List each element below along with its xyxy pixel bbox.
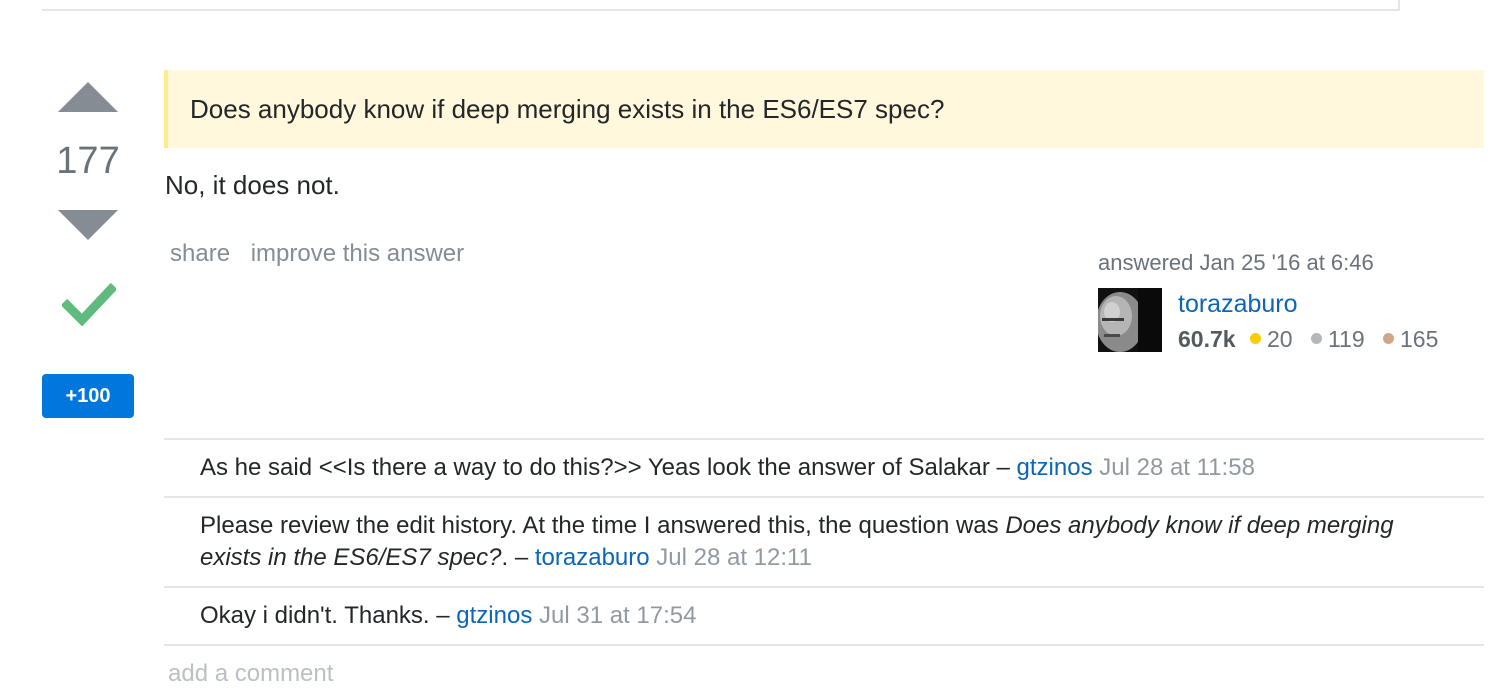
bounty-award-badge[interactable]: +100 — [42, 374, 134, 418]
comment-item: Please review the edit history. At the t… — [164, 498, 1484, 588]
accepted-checkmark-icon — [62, 282, 116, 326]
comment-item: Okay i didn't. Thanks. – gtzinos Jul 31 … — [164, 588, 1484, 646]
post-menu: share improve this answer — [170, 240, 478, 268]
gold-badge-count: 20 — [1266, 326, 1293, 352]
comments-list: As he said <<Is there a way to do this?>… — [164, 438, 1484, 646]
downvote-arrow-icon[interactable] — [58, 210, 118, 240]
comment-user-link[interactable]: gtzinos — [1017, 454, 1093, 481]
gold-badge-icon — [1249, 333, 1261, 345]
comment-separator: – — [989, 454, 1017, 481]
comment-item: As he said <<Is there a way to do this?>… — [164, 440, 1484, 498]
avatar[interactable] — [1098, 288, 1162, 352]
quoted-question: Does anybody know if deep merging exists… — [164, 70, 1484, 148]
user-stats: 60.7k 20 119 165 — [1178, 326, 1450, 353]
user-info-card: answered Jan 25 '16 at 6:46 torazaburo 6… — [1098, 250, 1478, 352]
comment-separator: – — [429, 602, 457, 629]
answer-body: No, it does not. — [165, 170, 340, 200]
comment-text: Please review the edit history. At the t… — [200, 512, 1006, 539]
share-link[interactable]: share — [170, 240, 230, 267]
improve-answer-link[interactable]: improve this answer — [251, 240, 464, 267]
comment-date[interactable]: Jul 28 at 12:11 — [656, 544, 812, 571]
comment-date[interactable]: Jul 31 at 17:54 — [539, 602, 696, 629]
bronze-badge-count: 165 — [1400, 326, 1439, 352]
author-name-link[interactable]: torazaburo — [1178, 290, 1298, 319]
reputation-score: 60.7k — [1178, 326, 1236, 352]
answered-timestamp: answered Jan 25 '16 at 6:46 — [1098, 250, 1374, 275]
comment-text: As he said <<Is there a way to do this?>… — [200, 454, 990, 481]
previous-post-border — [42, 0, 1400, 11]
bronze-badge-icon — [1383, 333, 1394, 345]
upvote-arrow-icon[interactable] — [58, 82, 118, 112]
comment-date[interactable]: Jul 28 at 11:58 — [1099, 454, 1255, 481]
silver-badge-count: 119 — [1327, 326, 1365, 352]
add-comment-link[interactable]: add a comment — [168, 660, 333, 688]
comment-user-link[interactable]: torazaburo — [535, 544, 650, 571]
comment-text: Okay i didn't. Thanks. — [200, 602, 430, 629]
comment-user-link[interactable]: gtzinos — [456, 602, 532, 629]
silver-badge-icon — [1310, 333, 1322, 345]
vote-count: 177 — [56, 140, 120, 182]
comment-separator: – — [508, 544, 535, 571]
avatar-portrait-icon — [1098, 288, 1162, 352]
